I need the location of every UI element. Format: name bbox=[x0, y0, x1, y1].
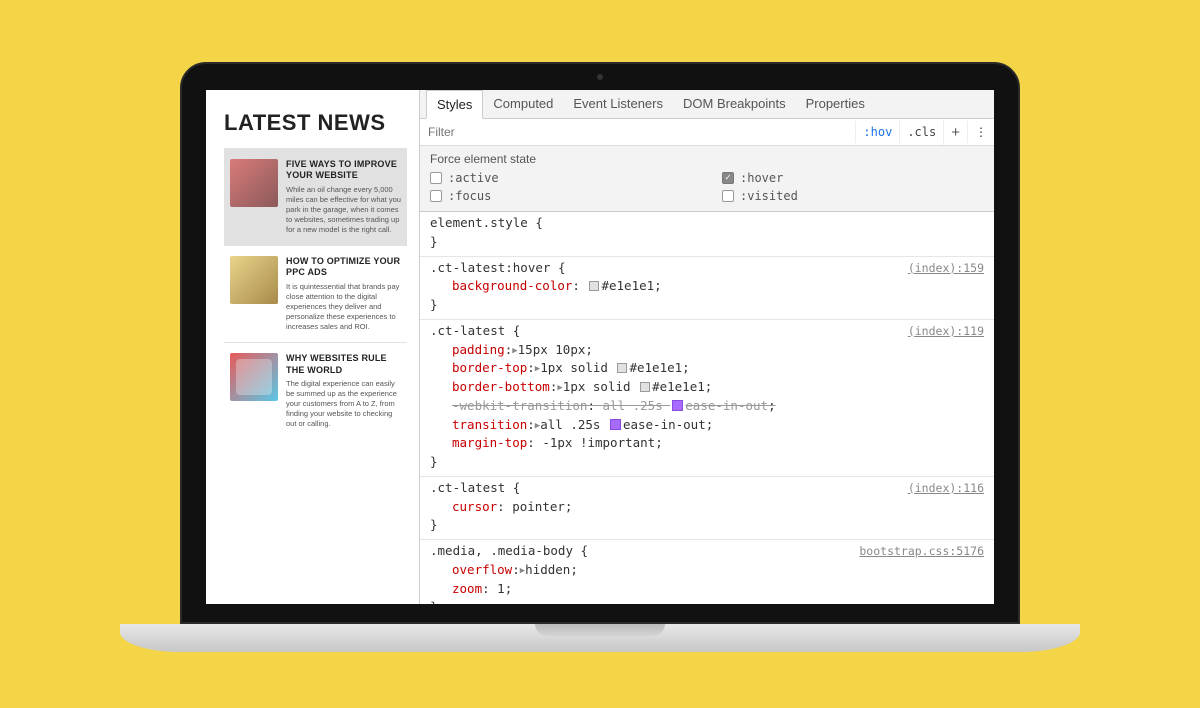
css-declaration[interactable]: cursor: pointer; bbox=[430, 498, 984, 517]
expand-icon[interactable]: ▶ bbox=[535, 420, 540, 434]
news-excerpt: The digital experience can easily be sum… bbox=[286, 379, 401, 430]
color-swatch-icon[interactable] bbox=[589, 281, 599, 291]
cls-toggle[interactable]: .cls bbox=[899, 121, 943, 143]
css-rules-list: element.style {} (index):159 .ct-latest:ho… bbox=[420, 212, 994, 604]
screen: LATEST NEWS FIVE WAYS TO IMPROVE YOUR WE… bbox=[206, 90, 994, 604]
news-thumbnail bbox=[230, 353, 278, 401]
news-text: HOW TO OPTIMIZE YOUR PPC ADS It is quint… bbox=[286, 256, 401, 332]
camera-dot bbox=[597, 74, 603, 80]
devtools-tabs: Styles Computed Event Listeners DOM Brea… bbox=[420, 90, 994, 119]
css-selector[interactable]: .ct-latest bbox=[430, 323, 505, 338]
laptop-frame: LATEST NEWS FIVE WAYS TO IMPROVE YOUR WE… bbox=[180, 62, 1020, 652]
state-active[interactable]: :active bbox=[430, 171, 692, 185]
state-label: :visited bbox=[740, 189, 798, 203]
state-label: :hover bbox=[740, 171, 783, 185]
rule-source-link[interactable]: (index):159 bbox=[908, 260, 984, 277]
expand-icon[interactable]: ▶ bbox=[512, 345, 517, 359]
news-text: FIVE WAYS TO IMPROVE YOUR WEBSITE While … bbox=[286, 159, 401, 235]
rule-source-link[interactable]: bootstrap.css:5176 bbox=[859, 543, 984, 560]
news-text: WHY WEBSITES RULE THE WORLD The digital … bbox=[286, 353, 401, 429]
news-title: FIVE WAYS TO IMPROVE YOUR WEBSITE bbox=[286, 159, 401, 182]
tab-computed[interactable]: Computed bbox=[483, 90, 563, 118]
color-swatch-icon[interactable] bbox=[672, 400, 683, 411]
color-swatch-icon[interactable] bbox=[640, 382, 650, 392]
css-declaration[interactable]: margin-top: -1px !important; bbox=[430, 434, 984, 453]
state-grid: :active :hover :focus :visited bbox=[430, 171, 984, 203]
expand-icon[interactable]: ▶ bbox=[557, 382, 562, 396]
devtools-pane: Styles Computed Event Listeners DOM Brea… bbox=[419, 90, 994, 604]
latest-news-heading: LATEST NEWS bbox=[224, 110, 407, 136]
hov-toggle[interactable]: :hov bbox=[855, 121, 899, 143]
state-focus[interactable]: :focus bbox=[430, 189, 692, 203]
expand-icon[interactable]: ▶ bbox=[520, 565, 525, 579]
css-selector[interactable]: element.style bbox=[430, 215, 528, 230]
news-title: WHY WEBSITES RULE THE WORLD bbox=[286, 353, 401, 376]
css-declaration[interactable]: border-bottom:▶1px solid #e1e1e1; bbox=[430, 378, 984, 397]
css-declaration[interactable]: transition:▶all .25s ease-in-out; bbox=[430, 416, 984, 435]
screen-bezel: LATEST NEWS FIVE WAYS TO IMPROVE YOUR WE… bbox=[180, 62, 1020, 624]
news-thumbnail bbox=[230, 159, 278, 207]
force-element-state-panel: Force element state :active :hover :f bbox=[420, 146, 994, 212]
filter-bar: :hov .cls + ⋮ bbox=[420, 119, 994, 146]
css-rule[interactable]: (index):159.ct-latest:hover {background-… bbox=[420, 257, 994, 320]
state-label: :focus bbox=[448, 189, 491, 203]
rule-source-link[interactable]: (index):119 bbox=[908, 323, 984, 340]
news-item[interactable]: WHY WEBSITES RULE THE WORLD The digital … bbox=[224, 342, 407, 439]
css-declaration[interactable]: padding:▶15px 10px; bbox=[430, 341, 984, 360]
css-declaration[interactable]: border-top:▶1px solid #e1e1e1; bbox=[430, 359, 984, 378]
css-selector[interactable]: .ct-latest bbox=[430, 480, 505, 495]
color-swatch-icon[interactable] bbox=[617, 363, 627, 373]
tab-event-listeners[interactable]: Event Listeners bbox=[563, 90, 673, 118]
tab-styles[interactable]: Styles bbox=[426, 90, 483, 119]
filter-input[interactable] bbox=[420, 119, 855, 145]
rule-source-link[interactable]: (index):116 bbox=[908, 480, 984, 497]
css-declaration[interactable]: overflow:▶hidden; bbox=[430, 561, 984, 580]
tab-dom-breakpoints[interactable]: DOM Breakpoints bbox=[673, 90, 796, 118]
laptop-base bbox=[120, 624, 1080, 652]
force-state-title: Force element state bbox=[430, 152, 984, 166]
news-excerpt: While an oil change every 5,000 miles ca… bbox=[286, 185, 401, 236]
checkbox-icon bbox=[430, 172, 442, 184]
css-selector[interactable]: .ct-latest:hover bbox=[430, 260, 550, 275]
css-rule[interactable]: (index):116.ct-latest {cursor: pointer;} bbox=[420, 477, 994, 540]
checkbox-icon bbox=[722, 172, 734, 184]
css-declaration[interactable]: background-color: #e1e1e1; bbox=[430, 277, 984, 296]
state-label: :active bbox=[448, 171, 499, 185]
css-declaration[interactable]: zoom: 1; bbox=[430, 580, 984, 599]
webpage-pane: LATEST NEWS FIVE WAYS TO IMPROVE YOUR WE… bbox=[206, 90, 419, 604]
checkbox-icon bbox=[722, 190, 734, 202]
color-swatch-icon[interactable] bbox=[610, 419, 621, 430]
news-item[interactable]: HOW TO OPTIMIZE YOUR PPC ADS It is quint… bbox=[224, 245, 407, 342]
css-selector[interactable]: .media, .media-body bbox=[430, 543, 573, 558]
news-title: HOW TO OPTIMIZE YOUR PPC ADS bbox=[286, 256, 401, 279]
more-icon[interactable]: ⋮ bbox=[967, 121, 994, 143]
css-rule[interactable]: (index):119.ct-latest {padding:▶15px 10p… bbox=[420, 320, 994, 477]
state-hover[interactable]: :hover bbox=[722, 171, 984, 185]
news-item[interactable]: FIVE WAYS TO IMPROVE YOUR WEBSITE While … bbox=[224, 148, 407, 245]
news-excerpt: It is quintessential that brands pay clo… bbox=[286, 282, 401, 333]
hinge-notch bbox=[535, 624, 665, 636]
new-style-rule-button[interactable]: + bbox=[943, 120, 967, 145]
css-rule[interactable]: bootstrap.css:5176.media, .media-body {o… bbox=[420, 540, 994, 604]
expand-icon[interactable]: ▶ bbox=[535, 363, 540, 377]
tab-properties[interactable]: Properties bbox=[796, 90, 875, 118]
css-declaration[interactable]: -webkit-transition: all .25s ease-in-out… bbox=[430, 397, 984, 416]
news-thumbnail bbox=[230, 256, 278, 304]
checkbox-icon bbox=[430, 190, 442, 202]
state-visited[interactable]: :visited bbox=[722, 189, 984, 203]
css-rule[interactable]: element.style {} bbox=[420, 212, 994, 257]
